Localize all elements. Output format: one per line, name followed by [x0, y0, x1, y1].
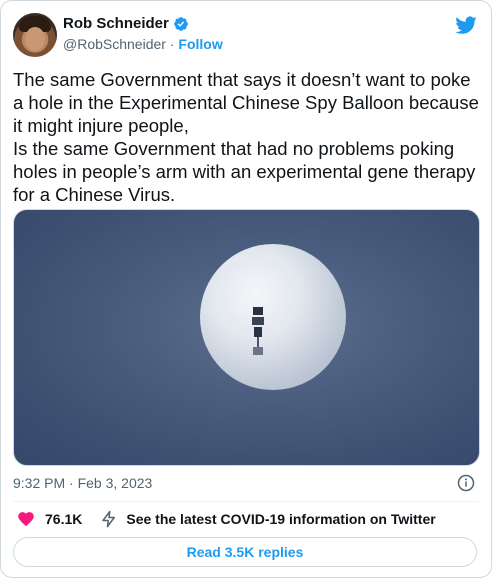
like-button[interactable]: 76.1K: [17, 510, 82, 528]
tweet-text: The same Government that says it doesn’t…: [13, 69, 479, 205]
follow-button[interactable]: Follow: [178, 36, 222, 52]
read-replies-label: Read 3.5K replies: [186, 544, 304, 560]
divider: [13, 501, 479, 502]
balloon-payload: [252, 307, 264, 355]
covid-info-link[interactable]: See the latest COVID-19 information on T…: [100, 510, 436, 528]
heart-icon: [18, 512, 34, 527]
author-name[interactable]: Rob Schneider: [63, 15, 169, 32]
tweet-card: Rob Schneider @RobSchneider · Follow The…: [0, 0, 492, 578]
author-handle-row: @RobSchneider · Follow: [63, 36, 223, 52]
verified-badge-icon: [174, 16, 188, 31]
author-name-row[interactable]: Rob Schneider: [63, 15, 189, 32]
avatar-face: [25, 27, 45, 51]
read-replies-button[interactable]: Read 3.5K replies: [13, 537, 477, 567]
lightning-icon: [102, 510, 116, 528]
covid-info-text: See the latest COVID-19 information on T…: [126, 511, 436, 527]
info-icon[interactable]: [457, 474, 475, 492]
author-handle[interactable]: @RobSchneider: [63, 36, 166, 52]
twitter-bird-icon[interactable]: [455, 14, 477, 36]
tweet-photo[interactable]: [13, 209, 480, 466]
balloon-envelope: [200, 244, 346, 390]
avatar[interactable]: [13, 13, 57, 57]
likes-count: 76.1K: [45, 511, 83, 527]
tweet-actions: 76.1K See the latest COVID-19 informatio…: [17, 510, 436, 528]
tweet-timestamp[interactable]: 9:32 PM · Feb 3, 2023: [13, 475, 152, 491]
separator-dot: ·: [169, 36, 175, 52]
